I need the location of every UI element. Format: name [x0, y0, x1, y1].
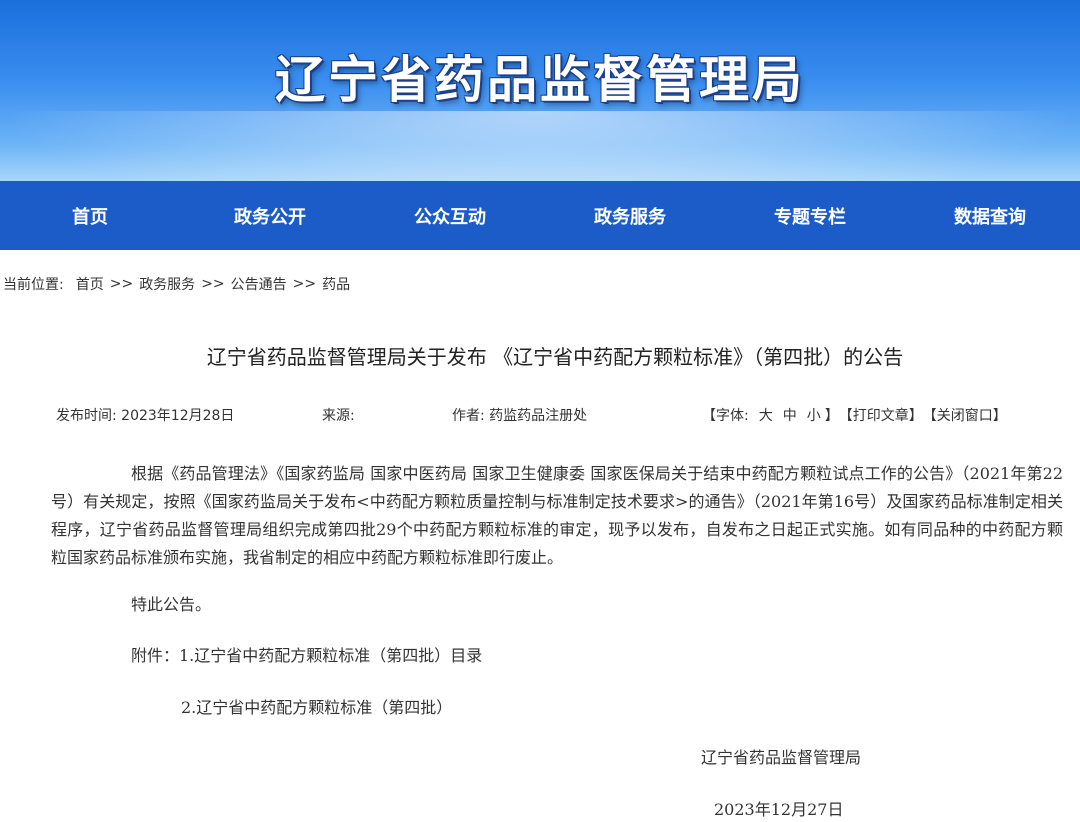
font-size-medium-button[interactable]: 中	[783, 405, 797, 425]
publish-date: 发布时间: 2023年12月28日	[56, 405, 234, 425]
main-nav: 首页 政务公开 公众互动 政务服务 专题专栏 数据查询	[0, 181, 1080, 250]
publish-date-label: 发布时间:	[56, 408, 117, 424]
close-window-button[interactable]: 【关闭窗口】	[923, 405, 1007, 425]
publish-date-value: 2023年12月28日	[121, 408, 235, 424]
source-label: 来源:	[322, 408, 355, 424]
print-article-button[interactable]: 【打印文章】	[839, 405, 923, 425]
article-author: 作者: 药监药品注册处	[452, 405, 587, 425]
breadcrumb-separator: >>	[109, 276, 134, 292]
author-value: 药监药品注册处	[489, 408, 588, 424]
article-tools: 【字体: 大 中 小 】 【打印文章】 【关闭窗口】	[702, 405, 1007, 425]
signature-date: 2023年12月27日	[714, 800, 844, 819]
font-size-suffix: 】	[824, 408, 839, 424]
banner-glow	[0, 111, 1080, 181]
nav-item-government-services[interactable]: 政务服务	[540, 181, 720, 250]
breadcrumb-link-drugs[interactable]: 药品	[322, 274, 350, 294]
nav-item-home[interactable]: 首页	[0, 181, 180, 250]
article-title: 辽宁省药品监督管理局关于发布 《辽宁省中药配方颗粒标准》（第四批）的公告	[206, 345, 904, 369]
attachment-item-1: 附件：1.辽宁省中药配方颗粒标准（第四批）目录	[131, 646, 483, 665]
breadcrumb-prefix: 当前位置:	[3, 277, 64, 293]
nav-item-data-query[interactable]: 数据查询	[900, 181, 1080, 250]
article-body: 根据《药品管理法》《国家药监局 国家中医药局 国家卫生健康委 国家医保局关于结束…	[51, 464, 1063, 567]
breadcrumb-link-home[interactable]: 首页	[76, 274, 104, 294]
breadcrumb-link-services[interactable]: 政务服务	[139, 274, 195, 294]
site-banner: 辽宁省药品监督管理局	[0, 0, 1080, 181]
breadcrumb-separator: >>	[201, 276, 225, 292]
font-size-large-button[interactable]: 大	[759, 405, 773, 425]
article-source: 来源:	[322, 405, 355, 425]
breadcrumb-link-notices[interactable]: 公告通告	[231, 274, 287, 294]
article-meta: 发布时间: 2023年12月28日 来源: 作者: 药监药品注册处 【字体: 大…	[0, 405, 1080, 425]
nav-item-public-interaction[interactable]: 公众互动	[360, 181, 540, 250]
nav-item-government-affairs[interactable]: 政务公开	[180, 181, 360, 250]
signature-organization: 辽宁省药品监督管理局	[701, 748, 862, 767]
site-title: 辽宁省药品监督管理局	[275, 51, 805, 109]
breadcrumb: 当前位置: 首页 >> 政务服务 >> 公告通告 >> 药品	[3, 274, 350, 294]
author-label: 作者:	[452, 408, 485, 424]
nav-item-special-topics[interactable]: 专题专栏	[720, 181, 900, 250]
font-size-small-button[interactable]: 小	[807, 405, 821, 425]
breadcrumb-separator: >>	[292, 276, 317, 292]
special-notice: 特此公告。	[131, 595, 212, 614]
font-size-label: 【字体:	[702, 408, 749, 424]
attachment-item-2: 2.辽宁省中药配方颗粒标准（第四批）	[181, 698, 453, 717]
